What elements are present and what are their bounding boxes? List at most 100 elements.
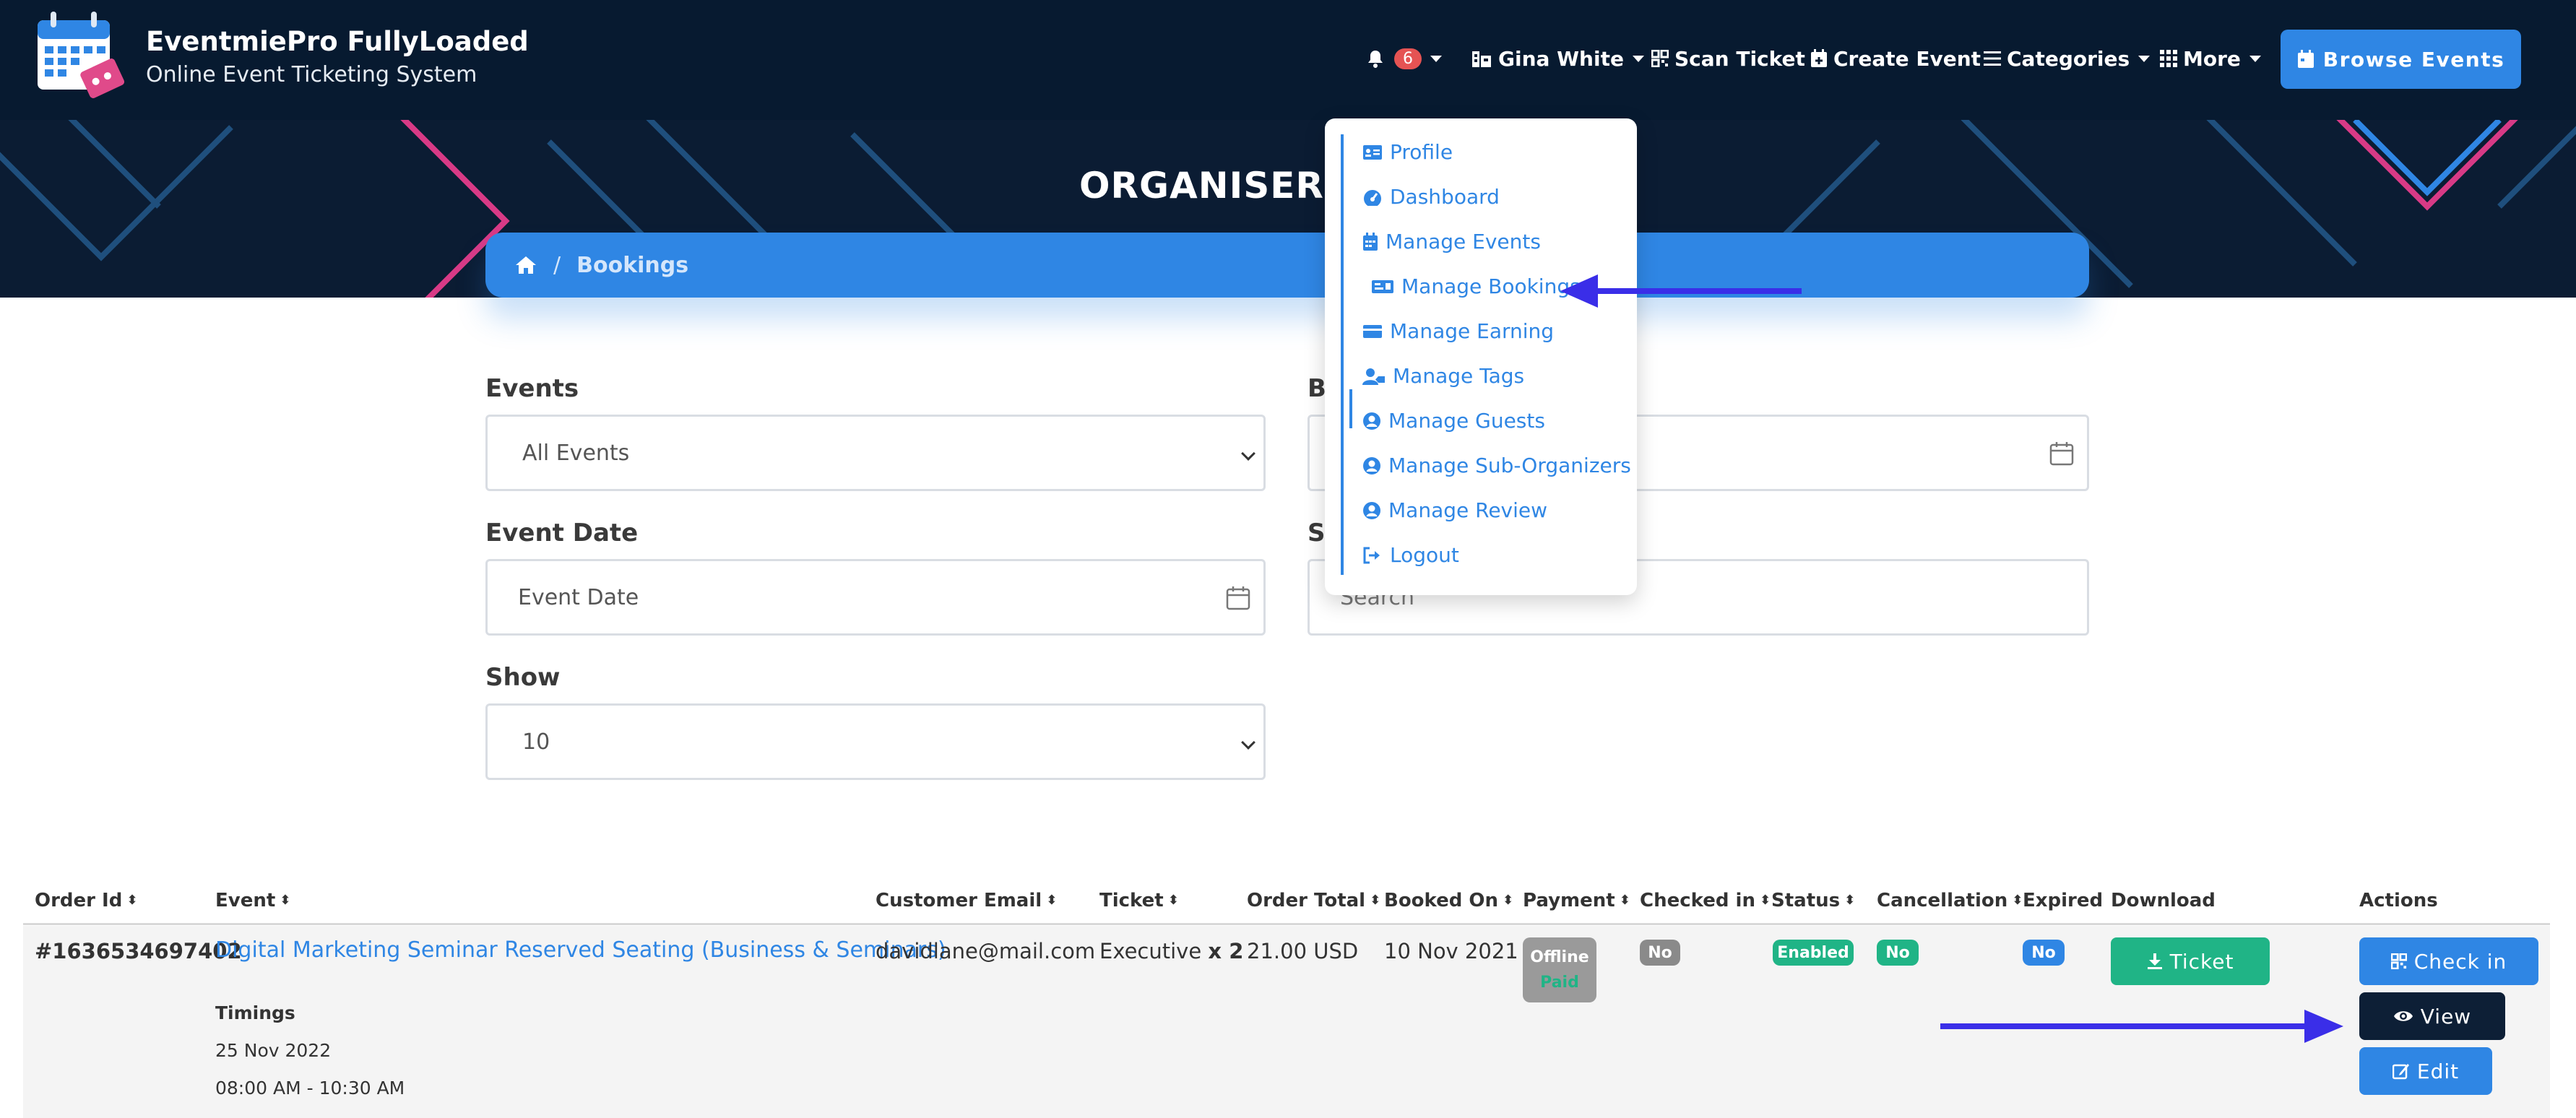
dropdown-item-manage-sub-organizers[interactable]: Manage Sub-Organizers — [1362, 454, 1631, 477]
column-header-ticket[interactable]: Ticket ⬍ — [1099, 890, 1179, 911]
bell-icon — [1368, 51, 1383, 68]
download-icon — [2147, 953, 2162, 969]
payment-status: Paid — [1540, 974, 1579, 992]
chevron-down-icon — [1241, 446, 1255, 461]
dropdown-item-profile[interactable]: Profile — [1362, 140, 1453, 164]
column-header-status[interactable]: Status ⬍ — [1771, 890, 1855, 911]
column-header-cancellation[interactable]: Cancellation ⬍ — [1877, 890, 2023, 911]
calendar-icon — [1226, 586, 1250, 610]
ticket-icon — [1372, 280, 1393, 293]
home-icon[interactable] — [514, 255, 537, 275]
download-label: Ticket — [2169, 949, 2234, 974]
show-label: Show — [485, 663, 561, 692]
sort-icon: ⬍ — [1046, 893, 1058, 908]
dropdown-item-logout[interactable]: Logout — [1362, 543, 1459, 567]
column-header-actions: Actions — [2359, 890, 2438, 911]
column-header-order-id[interactable]: Order Id ⬍ — [35, 890, 137, 911]
header-label: Ticket — [1099, 890, 1164, 911]
column-header-order-total[interactable]: Order Total ⬍ — [1247, 890, 1380, 911]
sort-icon: ⬍ — [1167, 893, 1179, 908]
events-label: Events — [485, 374, 579, 403]
column-header-booked-on[interactable]: Booked On ⬍ — [1384, 890, 1513, 911]
breadcrumb-current: Bookings — [576, 252, 689, 278]
dropdown-item-manage-tags[interactable]: Manage Tags — [1362, 364, 1524, 388]
dropdown-item-manage-bookings[interactable]: Manage Bookings — [1371, 274, 1581, 298]
categories-menu[interactable]: Categories — [1984, 43, 2151, 74]
dropdown-accent-rule — [1341, 134, 1344, 575]
sort-icon: ⬍ — [1759, 893, 1771, 908]
eye-icon — [2393, 1011, 2413, 1021]
brand-title[interactable]: EventmiePro FullyLoaded — [146, 26, 529, 57]
header-label: Checked in — [1640, 890, 1755, 911]
column-header-event[interactable]: Event ⬍ — [215, 890, 290, 911]
user-circle-icon — [1363, 412, 1380, 430]
calendar-ticket-logo-icon[interactable] — [35, 10, 129, 104]
calendar-icon — [1363, 232, 1378, 251]
chevron-down-icon — [1241, 735, 1255, 750]
check-in-label: Check in — [2413, 949, 2507, 974]
view-label: View — [2420, 1004, 2472, 1028]
check-in-button[interactable]: Check in — [2359, 937, 2538, 985]
column-header-checked-in[interactable]: Checked in ⬍ — [1640, 890, 1771, 911]
dropdown-item-manage-events[interactable]: Manage Events — [1362, 230, 1541, 254]
dropdown-item-label: Manage Review — [1388, 498, 1548, 522]
sort-icon: ⬍ — [280, 893, 291, 908]
scan-ticket-link[interactable]: Scan Ticket — [1651, 43, 1805, 74]
browse-events-button[interactable]: Browse Events — [2281, 30, 2521, 89]
dropdown-item-label: Manage Earning — [1390, 319, 1555, 343]
notification-count-badge: 6 — [1394, 48, 1422, 69]
column-header-payment[interactable]: Payment ⬍ — [1523, 890, 1630, 911]
show-entries-value: 10 — [522, 729, 550, 755]
calendar-plus-icon — [1811, 49, 1827, 67]
active-item-indicator — [1349, 389, 1352, 428]
event-date-label: Event Date — [485, 519, 639, 547]
sort-icon: ⬍ — [1503, 893, 1514, 908]
header-label: Customer Email — [876, 890, 1042, 911]
create-event-link[interactable]: Create Event — [1810, 43, 1981, 74]
show-entries-select[interactable]: 10 — [485, 703, 1266, 780]
qrcode-icon — [1651, 50, 1669, 67]
user-name: Gina White — [1498, 46, 1624, 71]
dropdown-item-manage-earning[interactable]: Manage Earning — [1362, 319, 1554, 343]
dropdown-item-label: Manage Bookings — [1401, 274, 1581, 298]
dropdown-item-manage-guests[interactable]: Manage Guests — [1362, 409, 1545, 433]
notifications-menu[interactable]: 6 — [1367, 43, 1442, 74]
dropdown-item-label: Profile — [1390, 140, 1453, 164]
create-event-label: Create Event — [1833, 46, 1981, 71]
list-icon — [1984, 51, 2001, 66]
sort-icon: ⬍ — [1619, 893, 1630, 908]
dropdown-item-manage-review[interactable]: Manage Review — [1362, 498, 1547, 522]
payment-badge: Offline Paid — [1523, 937, 1596, 1002]
status-badge: Enabled — [1773, 940, 1854, 966]
download-ticket-button[interactable]: Ticket — [2111, 937, 2270, 985]
user-menu[interactable]: Gina White — [1471, 43, 1644, 74]
sign-out-icon — [1363, 547, 1380, 563]
user-circle-icon — [1363, 456, 1380, 474]
chevron-down-icon — [2138, 55, 2151, 62]
sort-icon: ⬍ — [2012, 893, 2023, 908]
column-header-customer-email[interactable]: Customer Email ⬍ — [876, 890, 1057, 911]
event-date-cell: 25 Nov 2022 — [215, 1040, 332, 1061]
browse-events-label: Browse Events — [2322, 47, 2505, 72]
header-label: Booked On — [1384, 890, 1499, 911]
event-link[interactable]: Digital Marketing Seminar Reserved Seati… — [215, 937, 946, 963]
view-button[interactable]: View — [2359, 992, 2505, 1040]
edit-label: Edit — [2416, 1059, 2460, 1083]
events-select[interactable]: All Events — [485, 415, 1266, 491]
page-title: ORGANISER B — [1079, 165, 1366, 207]
gauge-icon — [1364, 189, 1381, 206]
booking-date-label: B — [1308, 374, 1326, 403]
dropdown-item-dashboard[interactable]: Dashboard — [1362, 185, 1500, 209]
user-tag-icon — [1362, 368, 1385, 385]
user-dropdown-menu: Profile Dashboard Manage Events Manage B… — [1325, 118, 1637, 595]
event-date-input[interactable]: Event Date — [485, 559, 1266, 636]
ticket-quantity: x 2 — [1208, 939, 1244, 963]
more-menu[interactable]: More — [2160, 43, 2261, 74]
column-header-expired: Expired — [2023, 890, 2103, 911]
ticket-name: Executive — [1099, 939, 1202, 963]
header-label: Payment — [1523, 890, 1615, 911]
dropdown-item-label: Manage Sub-Organizers — [1388, 454, 1631, 477]
edit-button[interactable]: Edit — [2359, 1047, 2492, 1095]
building-icon — [1472, 51, 1491, 67]
chevron-down-icon — [1632, 55, 1644, 62]
